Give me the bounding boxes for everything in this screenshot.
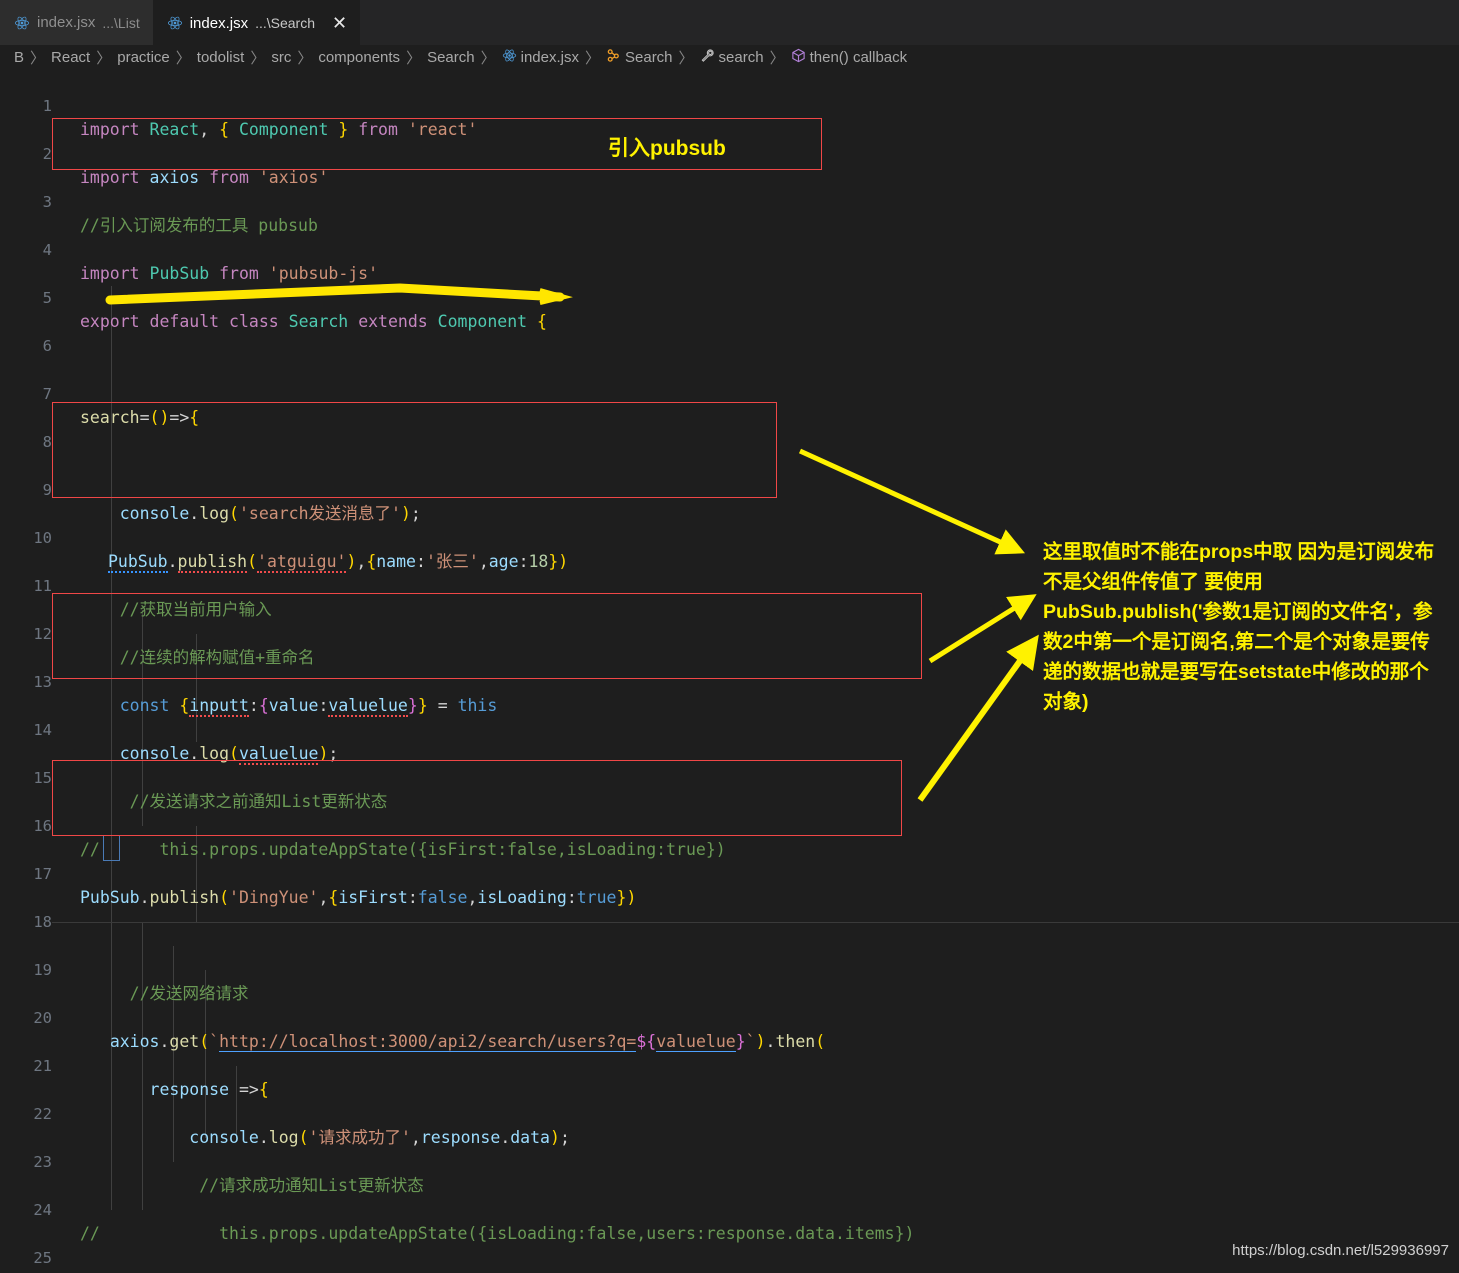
indent-guide xyxy=(142,922,143,1210)
breadcrumb-item-search-class[interactable]: Search xyxy=(625,49,673,66)
annotation-line: 数2中第一个是订阅名,第二个是个对象是要传 xyxy=(1043,631,1430,653)
breadcrumb-separator: 〉 xyxy=(30,50,46,67)
breadcrumb-separator: 〉 xyxy=(769,50,785,67)
annotation-line: 对象) xyxy=(1043,691,1089,713)
breadcrumb-separator: 〉 xyxy=(175,50,191,67)
code-line[interactable]: 20 axios.get(`http://localhost:3000/api2… xyxy=(0,982,1459,1052)
bracket-match-highlight xyxy=(103,835,120,861)
line-number: 8 xyxy=(42,433,52,451)
tab-path: ...\Search xyxy=(255,15,315,31)
line-number: 14 xyxy=(33,721,52,739)
line-number: 22 xyxy=(33,1105,52,1123)
code-line[interactable]: 22 console.log('请求成功了',response.data); xyxy=(0,1078,1459,1147)
folding-separator xyxy=(52,922,1459,923)
code-line[interactable]: 9 console.log('search发送消息了'); xyxy=(0,454,1459,523)
code-line[interactable]: 4 import PubSub from 'pubsub-js' xyxy=(0,214,1459,283)
code-line[interactable]: 17 PubSub.publish('DingYue',{isFirst:fal… xyxy=(0,838,1459,907)
code-line[interactable]: 19 //发送网络请求 xyxy=(0,934,1459,1003)
breadcrumb-item-components[interactable]: components xyxy=(318,49,400,66)
line-number: 17 xyxy=(33,865,52,883)
code-line[interactable]: 3 //引入订阅发布的工具 pubsub xyxy=(0,166,1459,235)
breadcrumb-item-search-method[interactable]: search xyxy=(719,49,764,66)
code-line[interactable]: 6 xyxy=(0,310,1459,355)
breadcrumb-item-b[interactable]: B xyxy=(14,49,24,66)
line-number: 11 xyxy=(33,577,52,595)
line-number: 20 xyxy=(33,1009,52,1027)
line-number: 24 xyxy=(33,1201,52,1219)
line-number: 3 xyxy=(42,193,52,211)
breadcrumb-item-react[interactable]: React xyxy=(51,49,90,66)
breadcrumb-item-todolist[interactable]: todolist xyxy=(197,49,245,66)
code-line[interactable]: 7 search=()=>{ xyxy=(0,358,1459,427)
tab-index-jsx-list[interactable]: index.jsx ...\List xyxy=(0,0,153,45)
watermark: https://blog.csdn.net/l529936997 xyxy=(1232,1242,1449,1259)
annotation-import-pubsub: 引入pubsub xyxy=(608,137,726,160)
line-number: 21 xyxy=(33,1057,52,1075)
line-number: 13 xyxy=(33,673,52,691)
line-number: 4 xyxy=(42,241,52,259)
line-number: 7 xyxy=(42,385,52,403)
code-line[interactable]: 18 xyxy=(0,886,1459,931)
annotation-line: PubSub.publish('参数1是订阅的文件名'，参 xyxy=(1043,601,1433,623)
line-number: 5 xyxy=(42,289,52,307)
line-number: 16 xyxy=(33,817,52,835)
breadcrumb-separator: 〉 xyxy=(678,50,694,67)
tab-path: ...\List xyxy=(102,14,140,31)
class-icon xyxy=(606,48,621,67)
react-icon xyxy=(14,15,30,31)
tab-index-jsx-search[interactable]: index.jsx ...\Search ✕ xyxy=(152,0,361,45)
line-number: 12 xyxy=(33,625,52,643)
method-icon xyxy=(700,48,715,67)
tab-label: index.jsx xyxy=(37,14,96,31)
breadcrumb-item-practice[interactable]: practice xyxy=(117,49,170,66)
annotation-pubsub-explanation: 这里取值时不能在props中取 因为是订阅发布 不是父组件传值了 要使用 Pub… xyxy=(1043,537,1443,717)
react-icon xyxy=(167,15,183,31)
tab-label: index.jsx xyxy=(189,14,249,32)
line-number: 25 xyxy=(33,1249,52,1267)
breadcrumb-item-then-callback[interactable]: then() callback xyxy=(810,49,908,66)
line-number: 15 xyxy=(33,769,52,787)
code-line[interactable]: 5 export default class Search extends Co… xyxy=(0,262,1459,331)
annotation-line: 递的数据也就是要写在setstate中修改的那个 xyxy=(1043,661,1429,683)
code-line[interactable]: 2 import axios from 'axios' xyxy=(0,118,1459,187)
line-number: 10 xyxy=(33,529,52,547)
annotation-line: 不是父组件传值了 要使用 xyxy=(1043,571,1263,593)
annotation-line: 这里取值时不能在props中取 因为是订阅发布 xyxy=(1043,541,1435,563)
breadcrumb-separator: 〉 xyxy=(250,50,266,67)
breadcrumb-separator: 〉 xyxy=(480,50,496,67)
tab-bar-empty-space xyxy=(360,0,1459,45)
line-number: 1 xyxy=(42,97,52,115)
line-number: 18 xyxy=(33,913,52,931)
code-line[interactable]: 21 response =>{ xyxy=(0,1030,1459,1099)
line-number: 6 xyxy=(42,337,52,355)
close-icon[interactable]: ✕ xyxy=(332,14,347,32)
code-line[interactable]: 16 // this.props.updateAppState({isFirst… xyxy=(0,790,1459,859)
code-line[interactable]: 24 // this.props.updateAppState({isLoadi… xyxy=(0,1174,1459,1243)
breadcrumb-item-search-folder[interactable]: Search xyxy=(427,49,475,66)
breadcrumb: B 〉 React 〉 practice 〉 todolist 〉 src 〉 … xyxy=(0,45,1459,70)
code-line[interactable]: 23 //请求成功通知List更新状态 xyxy=(0,1126,1459,1195)
breadcrumb-separator: 〉 xyxy=(406,50,422,67)
breadcrumb-separator: 〉 xyxy=(584,50,600,67)
line-number: 23 xyxy=(33,1153,52,1171)
code-line-struck[interactable]: 10 PubSub.publish('atguigu'),{name:'张三',… xyxy=(0,502,1459,573)
line-number: 19 xyxy=(33,961,52,979)
breadcrumb-item-src[interactable]: src xyxy=(271,49,291,66)
breadcrumb-item-index-jsx[interactable]: index.jsx xyxy=(521,49,579,66)
code-line[interactable]: 1 import React, { Component } from 'reac… xyxy=(0,70,1459,139)
line-number: 9 xyxy=(42,481,52,499)
editor-tab-bar: index.jsx ...\List index.jsx ...\Search … xyxy=(0,0,1459,45)
code-line[interactable]: 8 xyxy=(0,406,1459,451)
code-line[interactable]: 15 //发送请求之前通知List更新状态 xyxy=(0,742,1459,811)
cube-icon xyxy=(791,48,806,67)
react-icon xyxy=(502,48,517,67)
breadcrumb-separator: 〉 xyxy=(96,50,112,67)
breadcrumb-separator: 〉 xyxy=(297,50,313,67)
line-number: 2 xyxy=(42,145,52,163)
